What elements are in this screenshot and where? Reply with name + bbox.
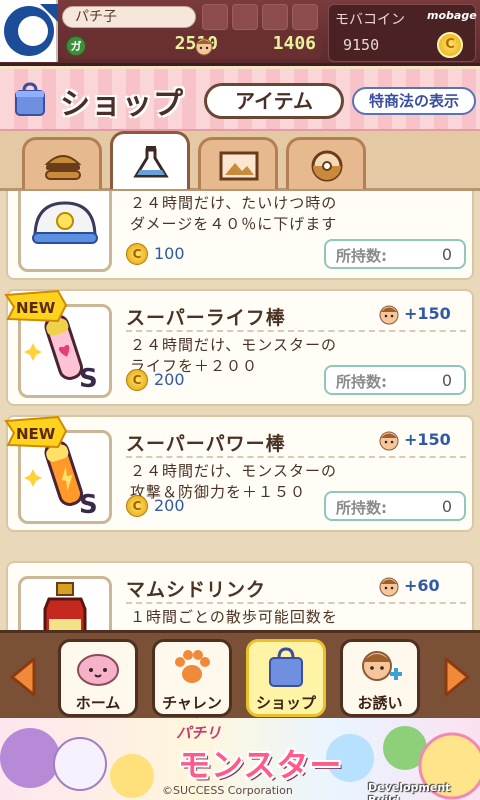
currency-row: ガ 2510 1406 [60, 31, 322, 59]
copyright: ©SUCCESS Corporation [162, 784, 293, 797]
coin-icon: C [437, 32, 463, 58]
nav-shop-button[interactable]: ショップ [246, 639, 326, 717]
tab-items[interactable] [110, 131, 190, 189]
item-name: スーパーパワー棒 [126, 433, 286, 455]
owned-count-box: 所持数: 0 [324, 365, 466, 395]
mobacoin-value: 9150 [343, 36, 380, 54]
ga-currency-icon: ガ [66, 36, 86, 56]
nav-invite-button[interactable]: お誘い [340, 639, 420, 717]
home-monster-icon [77, 654, 119, 686]
legal-notice-link[interactable]: 特商法の表示 [352, 87, 476, 115]
status-slot [292, 4, 318, 30]
item-name: マムシドリンク [126, 579, 267, 601]
divider [126, 456, 466, 458]
item-price: 200 [154, 496, 185, 515]
item-description: ２４時間だけ、たいけつ時の ダメージを４０％に下げます [130, 194, 338, 233]
list-item[interactable]: S NEW スーパーパワー棒 +150 ２４時間だけ、モンスターの 攻撃＆防御力… [4, 415, 474, 532]
dev-build-label: Development Build [368, 781, 451, 800]
mobage-logo: mobage [427, 9, 477, 22]
owned-label: 所持数: [336, 499, 387, 517]
item-list[interactable]: ２４時間だけ、たいけつ時の ダメージを４０％に下げます C 100 所持数: 0… [0, 191, 480, 630]
picture-icon [219, 151, 259, 181]
new-label: NEW [16, 425, 56, 443]
hamburger-icon [44, 155, 82, 180]
flask-icon [133, 146, 169, 178]
owned-label: 所持数: [336, 373, 387, 391]
bottom-navigation: ホーム チャレンジ ショップ お誘い [0, 630, 480, 733]
new-badge: NEW [4, 415, 68, 449]
page-title: ショップ [60, 87, 184, 122]
svg-text:S: S [79, 490, 98, 520]
item-name: スーパーライフ棒 [126, 307, 286, 329]
banner-logo: モンスター [178, 746, 343, 784]
coin-icon: C [126, 495, 148, 517]
new-badge: NEW [4, 289, 68, 323]
status-slot [262, 4, 288, 30]
helmet-icon [32, 201, 98, 244]
status-slot [202, 4, 228, 30]
owned-count-box: 所持数: 0 [324, 491, 466, 521]
rate-value: +60 [404, 576, 440, 595]
owned-count: 0 [441, 245, 452, 264]
paw-icon [175, 650, 210, 683]
status-bar: パチ子 ガ 2510 1406 モバコイン mobage 9150 C [0, 0, 480, 66]
status-slot [232, 4, 258, 30]
owned-count: 0 [441, 371, 452, 390]
list-item[interactable]: ２４時間だけ、たいけつ時の ダメージを４０％に下げます C 100 所持数: 0 [6, 191, 474, 280]
nav-challenge-button[interactable]: チャレンジ [152, 639, 232, 733]
coin-icon: C [126, 369, 148, 391]
item-price: 100 [154, 244, 185, 263]
mobacoin-label: モバコイン [335, 12, 405, 28]
tab-food[interactable] [22, 137, 102, 189]
friend-points-value: 1406 [272, 33, 316, 54]
nav-shop-label: ショップ [255, 694, 316, 712]
nav-home-button[interactable]: ホーム [58, 639, 138, 717]
rate-value: +150 [404, 430, 451, 449]
shopping-bag-icon [269, 647, 303, 687]
shopping-bag-icon [15, 82, 45, 116]
new-label: NEW [16, 299, 56, 317]
coin-icon: C [126, 243, 148, 265]
monster-face-icon [379, 577, 399, 597]
shop-header: ショップ アイテム 特商法の表示 [0, 69, 480, 131]
category-tabs [0, 131, 480, 191]
item-description: １時間ごとの散歩可能回数を ８時間だけ各４０回にします [130, 608, 338, 630]
item-price: 200 [154, 370, 185, 389]
ball-icon [311, 150, 343, 182]
rate-value: +150 [404, 304, 451, 323]
list-item[interactable]: S NEW スーパーライフ棒 +150 ２４時間だけ、モンスターの ライフを＋２… [4, 289, 474, 406]
tab-balls[interactable] [286, 137, 366, 189]
arrow-right-icon[interactable] [440, 655, 474, 699]
owned-count: 0 [441, 497, 452, 516]
item-image [18, 191, 112, 272]
svg-text:S: S [79, 364, 98, 394]
list-item[interactable]: マムシドリンク +60 １時間ごとの散歩可能回数を ８時間だけ各４０回にします [6, 561, 474, 630]
owned-count-box: 所持数: 0 [324, 239, 466, 269]
drink-icon [43, 582, 87, 630]
arrow-left-icon[interactable] [6, 655, 40, 699]
player-name: パチ子 [62, 6, 196, 28]
monster-face-icon [379, 305, 399, 325]
owned-label: 所持数: [336, 247, 387, 265]
monster-face-icon [195, 38, 213, 56]
item-image [18, 576, 112, 630]
divider [126, 330, 466, 332]
nav-invite-label: お誘い [357, 694, 403, 712]
category-button[interactable]: アイテム [204, 83, 344, 119]
tab-backgrounds[interactable] [198, 137, 278, 189]
game-banner[interactable]: パチリ モンスター ©SUCCESS Corporation Developme… [0, 718, 480, 800]
divider [126, 602, 466, 604]
mobacoin-box[interactable]: モバコイン mobage 9150 C [328, 4, 477, 62]
invite-friend-icon [362, 651, 402, 681]
monster-face-icon [379, 431, 399, 451]
nav-home-label: ホーム [75, 694, 121, 712]
app-logo[interactable] [0, 0, 58, 62]
